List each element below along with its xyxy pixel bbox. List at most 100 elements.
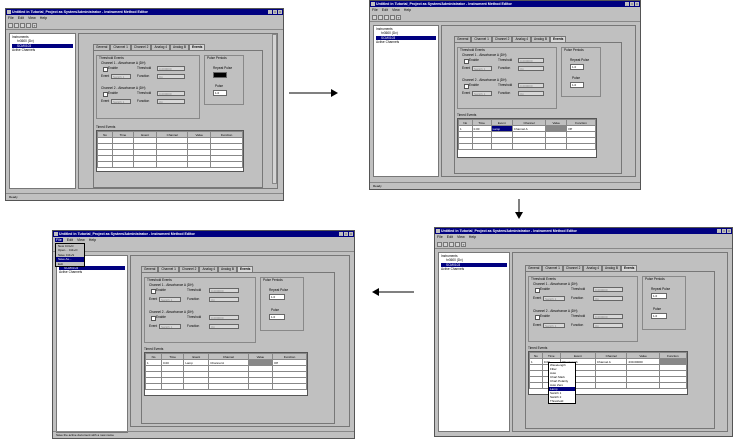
event-select-2[interactable]: Switch 1 xyxy=(543,323,565,328)
menu-view[interactable]: View xyxy=(28,16,36,20)
function-select-1[interactable]: On xyxy=(209,297,239,302)
save-icon[interactable] xyxy=(20,22,25,28)
open-icon[interactable] xyxy=(443,241,448,247)
window-title: Untitled in Tutorial_Project as System/A… xyxy=(59,232,195,236)
instrument-tree: Instruments hr3600 (Dv) SCM0103 Active C… xyxy=(373,25,439,177)
enable-label-1: Enable xyxy=(108,66,118,70)
timed-events-grid[interactable]: No Time Event Channel Value Function xyxy=(96,130,244,172)
new-icon[interactable] xyxy=(372,14,377,20)
print-icon[interactable] xyxy=(390,14,395,20)
pulse-input[interactable]: 1.0 xyxy=(651,313,667,319)
event-select-1[interactable]: Switch 1 xyxy=(543,296,565,301)
title-bar[interactable]: Untitled in Tutorial_Project as System/A… xyxy=(435,228,732,234)
pulse-input[interactable]: 1.0 xyxy=(269,314,285,320)
tree-item-active-channels[interactable]: Active Channels xyxy=(59,270,125,274)
event-dropdown-list[interactable]: Wavelength Filter Auto Chart Mark Chart … xyxy=(548,362,576,404)
event-select-2[interactable]: Switch 1 xyxy=(159,324,181,329)
threshold-group: Threshold Events Channel 1 - Absorbance … xyxy=(96,55,200,119)
menu-view[interactable]: View xyxy=(77,238,85,242)
vertical-scrollbar[interactable] xyxy=(272,34,277,184)
help-icon[interactable]: ? xyxy=(32,22,37,28)
close-icon[interactable]: × xyxy=(727,229,731,233)
event-select-1[interactable]: Switch 1 xyxy=(472,66,492,71)
tree-item-active-channels[interactable]: Active Channels xyxy=(12,48,73,52)
repeat-input[interactable]: 1.0 xyxy=(213,72,227,78)
minimize-icon[interactable]: _ xyxy=(268,10,272,14)
dropdown-option[interactable]: Threshold xyxy=(549,399,575,403)
menu-edit[interactable]: Edit xyxy=(447,235,453,239)
function-select-2[interactable]: On xyxy=(518,91,544,96)
threshold-input-2[interactable]: 0.000000 xyxy=(518,83,544,88)
ch1-label: Channel 1 - Absorbance A (DH) xyxy=(101,61,146,65)
maximize-icon[interactable]: □ xyxy=(722,229,726,233)
menu-file[interactable]: File xyxy=(437,235,443,239)
close-icon[interactable]: × xyxy=(349,232,353,236)
repeat-input[interactable]: 1.0 xyxy=(651,293,667,299)
menu-file[interactable]: File xyxy=(372,8,378,12)
minimize-icon[interactable]: _ xyxy=(717,229,721,233)
threshold-input-1[interactable]: 0.000000 xyxy=(593,287,623,292)
file-menu-dropdown[interactable]: New Ctrl+N Open... Ctrl+O Save Ctrl+S Sa… xyxy=(55,243,85,268)
maximize-icon[interactable]: □ xyxy=(273,10,277,14)
tree-item-active-channels[interactable]: Active Channels xyxy=(376,40,436,44)
threshold-input-1[interactable]: 0.000000 xyxy=(157,66,185,71)
function-select-1[interactable]: On xyxy=(518,66,544,71)
instrument-tree: Instruments hr3600 (Dv) SCM0103 Active C… xyxy=(438,252,510,432)
menu-help[interactable]: Help xyxy=(404,8,411,12)
menu-help[interactable]: Help xyxy=(89,238,96,242)
maximize-icon[interactable]: □ xyxy=(344,232,348,236)
event-select-2[interactable]: Switch 1 xyxy=(111,99,131,104)
timed-events-grid[interactable]: No Time Event Channel Value Function 1 0.00 Lam… xyxy=(144,352,308,396)
file-menu-exit[interactable]: Exit xyxy=(56,262,84,266)
close-icon[interactable]: × xyxy=(278,10,282,14)
event-select-1[interactable]: Switch 1 xyxy=(159,297,181,302)
open-icon[interactable] xyxy=(14,22,19,28)
menu-view[interactable]: View xyxy=(392,8,400,12)
function-select-1[interactable]: On xyxy=(157,74,185,79)
help-icon[interactable]: ? xyxy=(396,14,401,20)
close-icon[interactable]: × xyxy=(635,2,639,6)
print-icon[interactable] xyxy=(26,22,31,28)
pulse-input[interactable]: 1.0 xyxy=(570,82,584,88)
threshold-input-1[interactable]: 0.000000 xyxy=(209,288,239,293)
pulse-title: Pulse Periods xyxy=(645,277,665,281)
save-icon[interactable] xyxy=(384,14,389,20)
timed-events-grid[interactable]: No Time Event Channel Value Function 1 0.00 Lam… xyxy=(457,118,597,158)
function-select-2[interactable]: On xyxy=(209,324,239,329)
print-icon[interactable] xyxy=(455,241,460,247)
help-icon[interactable]: ? xyxy=(461,241,466,247)
title-bar[interactable]: Untitled in Tutorial_Project as System/A… xyxy=(6,9,283,15)
editor-window-step1: Untitled in Tutorial_Project as System/A… xyxy=(5,8,284,201)
function-label-1: Function xyxy=(571,296,584,300)
menu-help[interactable]: Help xyxy=(40,16,47,20)
menu-edit[interactable]: Edit xyxy=(382,8,388,12)
menu-file[interactable]: File xyxy=(8,16,14,20)
menu-view[interactable]: View xyxy=(457,235,465,239)
threshold-input-2[interactable]: 0.000000 xyxy=(209,315,239,320)
menu-edit[interactable]: Edit xyxy=(67,238,73,242)
menu-file[interactable]: File xyxy=(55,238,63,242)
maximize-icon[interactable]: □ xyxy=(630,2,634,6)
open-icon[interactable] xyxy=(378,14,383,20)
title-bar[interactable]: Untitled in Tutorial_Project as System/A… xyxy=(53,231,354,237)
tree-item-active-channels[interactable]: Active Channels xyxy=(441,267,507,271)
minimize-icon[interactable]: _ xyxy=(339,232,343,236)
repeat-input[interactable]: 1.0 xyxy=(269,294,285,300)
threshold-input-1[interactable]: 0.000000 xyxy=(518,58,544,63)
pulse-input[interactable]: 1.0 xyxy=(213,90,227,96)
function-select-2[interactable]: On xyxy=(157,99,185,104)
threshold-input-2[interactable]: 0.000000 xyxy=(593,314,623,319)
function-select-1[interactable]: On xyxy=(593,296,623,301)
new-icon[interactable] xyxy=(8,22,13,28)
repeat-input[interactable]: 1.0 xyxy=(570,64,584,70)
event-select-2[interactable]: Switch 1 xyxy=(472,91,492,96)
menu-edit[interactable]: Edit xyxy=(18,16,24,20)
threshold-input-2[interactable]: 0.000000 xyxy=(157,91,185,96)
event-select-1[interactable]: Switch 1 xyxy=(111,74,131,79)
function-select-2[interactable]: On xyxy=(593,323,623,328)
title-bar[interactable]: Untitled in Tutorial_Project as System/A… xyxy=(370,1,640,7)
minimize-icon[interactable]: _ xyxy=(625,2,629,6)
save-icon[interactable] xyxy=(449,241,454,247)
new-icon[interactable] xyxy=(437,241,442,247)
menu-help[interactable]: Help xyxy=(469,235,476,239)
